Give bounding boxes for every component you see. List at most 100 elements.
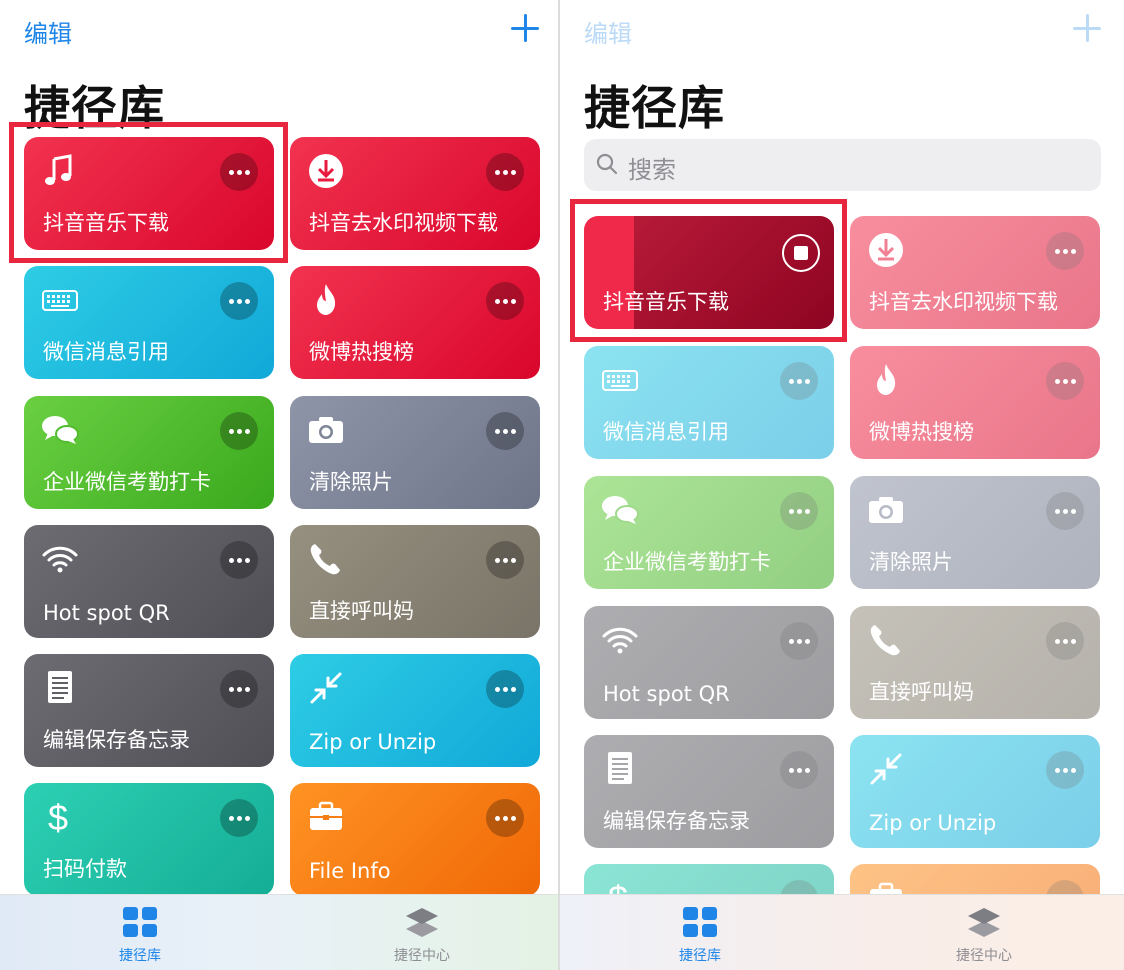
shortcut-label: 企业微信考勤打卡 (43, 470, 211, 494)
shortcut-label: 清除照片 (869, 550, 953, 574)
more-options-button[interactable] (486, 670, 524, 708)
shortcut-tile[interactable]: 微信消息引用 (24, 266, 274, 379)
tab-gallery[interactable]: 捷径中心 (904, 905, 1064, 965)
more-options-button[interactable] (780, 751, 818, 789)
download-icon (869, 233, 903, 267)
right-screen: 编辑 捷径库 搜索 抖音音乐下载 抖音去水印视频下载 微信消息引用 微博热搜榜 … (560, 0, 1124, 970)
shortcut-tile[interactable]: 直接呼叫妈 (290, 525, 540, 638)
shortcut-tile[interactable]: 企业微信考勤打卡 (24, 396, 274, 509)
tab-label: 捷径中心 (394, 948, 450, 964)
add-shortcut-icon[interactable] (1068, 8, 1108, 48)
more-options-button[interactable] (1046, 751, 1084, 789)
shortcut-tile[interactable]: File Info (290, 783, 540, 896)
document-icon (48, 671, 72, 703)
edit-button[interactable]: 编辑 (584, 14, 632, 49)
wifi-icon (42, 546, 78, 573)
shortcut-tile[interactable]: 微博热搜榜 (290, 266, 540, 379)
shortcut-tile[interactable]: 编辑保存备忘录 (584, 735, 834, 848)
chat-bubbles-icon (602, 496, 639, 524)
layers-icon (968, 908, 1000, 937)
tab-library[interactable]: 捷径库 (60, 905, 220, 965)
phone-icon (310, 544, 340, 575)
shortcut-tile[interactable]: Zip or Unzip (290, 654, 540, 767)
tab-library[interactable]: 捷径库 (620, 905, 780, 965)
shortcut-label: 清除照片 (309, 470, 393, 494)
more-options-button[interactable] (1046, 622, 1084, 660)
page-title: 捷径库 (24, 81, 165, 135)
wifi-icon (602, 627, 638, 654)
more-options-button[interactable] (220, 153, 258, 191)
shortcut-label: File Info (309, 859, 391, 883)
more-options-button[interactable] (220, 282, 258, 320)
shortcut-label: 编辑保存备忘录 (43, 728, 190, 752)
shortcut-tile[interactable]: Hot spot QR (24, 525, 274, 638)
tab-gallery[interactable]: 捷径中心 (342, 905, 502, 965)
more-options-button[interactable] (486, 412, 524, 450)
more-options-button[interactable] (1046, 362, 1084, 400)
search-icon (596, 153, 618, 175)
shortcut-tile[interactable]: 企业微信考勤打卡 (584, 476, 834, 589)
chat-bubbles-icon (42, 416, 79, 444)
add-shortcut-icon[interactable] (506, 8, 546, 48)
more-options-button[interactable] (780, 362, 818, 400)
more-options-button[interactable] (220, 412, 258, 450)
more-options-button[interactable] (486, 282, 524, 320)
dollar-icon: $ (48, 797, 68, 837)
shortcut-tile[interactable]: 清除照片 (290, 396, 540, 509)
search-field[interactable]: 搜索 (584, 139, 1101, 191)
briefcase-icon (310, 801, 342, 830)
shortcut-tile[interactable]: Zip or Unzip (850, 735, 1100, 848)
shortcut-label: 微信消息引用 (43, 340, 169, 364)
shortcut-label: Zip or Unzip (869, 811, 997, 835)
compress-arrows-icon (310, 672, 342, 704)
more-options-button[interactable] (220, 670, 258, 708)
more-options-button[interactable] (486, 799, 524, 837)
layers-icon (406, 908, 438, 937)
flame-icon (877, 364, 896, 395)
stop-icon[interactable] (782, 234, 820, 272)
shortcut-label: 直接呼叫妈 (869, 680, 974, 704)
edit-button[interactable]: 编辑 (24, 14, 72, 49)
search-placeholder: 搜索 (628, 156, 676, 184)
keyboard-icon (602, 370, 638, 391)
shortcut-tile[interactable]: 微信消息引用 (584, 346, 834, 459)
flame-icon (317, 284, 336, 315)
grid-icon (123, 907, 157, 937)
shortcut-label: 微博热搜榜 (309, 340, 414, 364)
shortcut-tile[interactable]: 微博热搜榜 (850, 346, 1100, 459)
camera-icon (869, 497, 903, 523)
shortcut-label: 抖音去水印视频下载 (309, 211, 498, 235)
more-options-button[interactable] (486, 541, 524, 579)
more-options-button[interactable] (780, 492, 818, 530)
shortcut-label: Hot spot QR (43, 601, 170, 625)
more-options-button[interactable] (220, 541, 258, 579)
shortcut-tile[interactable]: 清除照片 (850, 476, 1100, 589)
shortcut-tile[interactable]: 抖音去水印视频下载 (290, 137, 540, 250)
shortcut-tile[interactable]: 抖音音乐下载 (24, 137, 274, 250)
grid-icon (683, 907, 717, 937)
more-options-button[interactable] (1046, 232, 1084, 270)
tab-label: 捷径库 (679, 948, 721, 964)
svg-text:$: $ (48, 797, 68, 837)
shortcut-tile[interactable]: 直接呼叫妈 (850, 606, 1100, 719)
more-options-button[interactable] (220, 799, 258, 837)
left-screen: 编辑 捷径库 抖音音乐下载 抖音去水印视频下载 微信消息引用 微博热搜榜 企业微… (0, 0, 558, 970)
compress-arrows-icon (870, 753, 902, 785)
tab-bar: 捷径库 捷径中心 (560, 894, 1124, 970)
shortcut-tile-running[interactable]: 抖音音乐下载 (584, 216, 834, 329)
more-options-button[interactable] (486, 153, 524, 191)
shortcut-label: Zip or Unzip (309, 730, 437, 754)
shortcut-label: 抖音音乐下载 (43, 211, 169, 235)
shortcut-tile[interactable]: Hot spot QR (584, 606, 834, 719)
shortcut-label: 微信消息引用 (603, 420, 729, 444)
keyboard-icon (42, 290, 78, 311)
shortcut-tile[interactable]: 抖音去水印视频下载 (850, 216, 1100, 329)
more-options-button[interactable] (780, 622, 818, 660)
page-title: 捷径库 (584, 81, 725, 135)
shortcut-label: 扫码付款 (43, 857, 127, 881)
shortcut-tile[interactable]: 编辑保存备忘录 (24, 654, 274, 767)
shortcut-tile[interactable]: $ 扫码付款 (24, 783, 274, 896)
tab-label: 捷径库 (119, 948, 161, 964)
tab-bar: 捷径库 捷径中心 (0, 894, 558, 970)
more-options-button[interactable] (1046, 492, 1084, 530)
